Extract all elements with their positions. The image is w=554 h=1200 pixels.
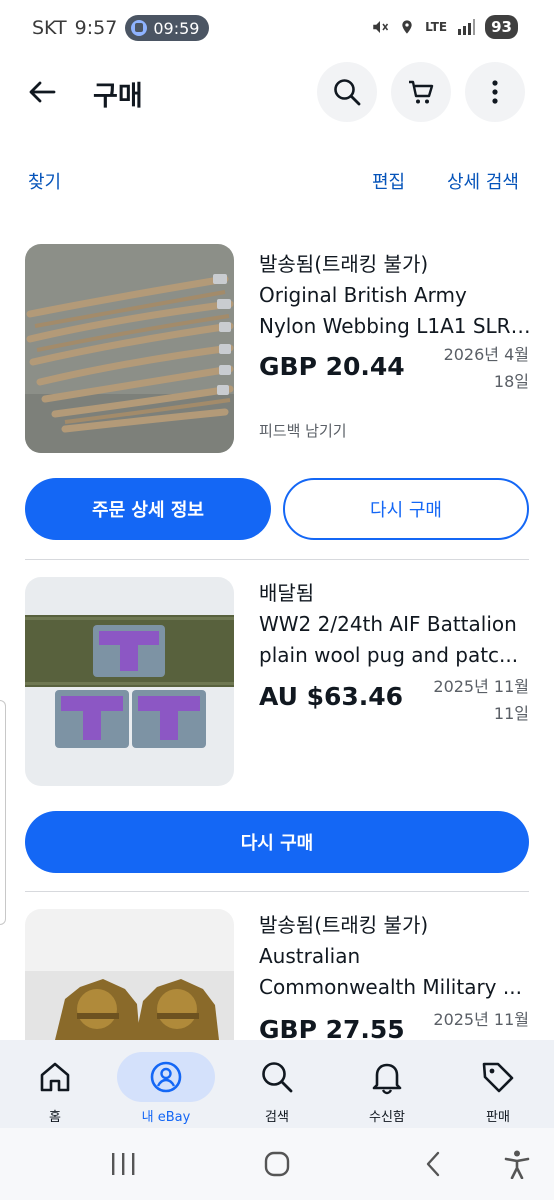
app-bar: 구매 [0,60,554,124]
order-date: 2026년 4월 18일 [419,341,529,395]
nav-label: 검색 [265,1110,289,1125]
status-bar: SKT 9:57 09:59 LTE 93 [0,0,554,54]
order-date-line-2: 18일 [493,372,529,391]
nav-inbox[interactable]: 수신함 [337,1052,437,1125]
product-image[interactable] [25,909,234,1040]
more-vertical-icon [492,80,498,104]
product-image[interactable] [25,577,234,786]
buy-again-button[interactable]: 다시 구매 [283,478,529,540]
nav-search[interactable]: 검색 [227,1052,327,1125]
order-date: 2025년 11월 11일 [419,673,529,727]
home-system-button[interactable] [262,1146,292,1182]
recent-apps-button[interactable] [108,1146,138,1182]
page-title: 구매 [93,81,143,112]
order-date-line-1: 2026년 4월 [443,345,529,364]
nav-my-ebay[interactable]: 내 eBay [116,1052,216,1125]
search-icon [262,1062,293,1093]
find-link[interactable]: 찾기 [28,168,61,194]
leave-feedback-link[interactable]: 피드백 남기기 [259,420,347,441]
order-details-button[interactable]: 주문 상세 정보 [25,478,271,540]
cart-icon [409,80,434,104]
cart-button[interactable] [391,62,451,122]
nav-label: 내 eBay [141,1110,191,1125]
accessibility-icon [504,1150,530,1179]
order-price: GBP 20.44 [259,352,405,381]
nav-label: 홈 [49,1110,61,1125]
order-title-line-2[interactable]: Nylon Webbing L1A1 SLR ... [259,311,531,342]
order-date: 2025년 11월 [419,1006,529,1033]
transit-pill[interactable]: 09:59 [125,15,210,41]
order-title-line-1[interactable]: WW2 2/24th AIF Battalion [259,609,531,640]
bottom-navigation: 홈 내 eBay 검색 수신함 판매 [0,1040,554,1128]
system-navigation [0,1128,554,1200]
back-button[interactable] [22,74,62,110]
more-options-button[interactable] [465,62,525,122]
location-icon [402,20,412,34]
order-title-line-2[interactable]: plain wool pug and patc... [259,640,531,671]
transit-time: 09:59 [153,18,200,38]
chevron-left-icon [426,1151,440,1177]
back-system-button[interactable] [418,1146,448,1182]
recent-apps-icon [112,1153,135,1175]
product-image[interactable] [25,244,234,453]
order-status: 발송됨(트래킹 불가) [259,252,429,276]
order-status: 발송됨(트래킹 불가) [259,913,429,937]
nav-label: 판매 [486,1110,510,1125]
nav-label: 수신함 [369,1110,405,1125]
network-type: LTE [425,20,448,34]
order-date-line-1: 2025년 11월 [433,677,529,696]
search-button[interactable] [317,62,377,122]
bell-icon [372,1063,402,1095]
home-circle-icon [264,1151,290,1177]
carrier-label: SKT [32,17,67,39]
order-price: AU $63.46 [259,682,404,711]
mute-icon [373,21,389,33]
profile-icon [150,1061,182,1093]
divider [25,559,529,560]
advanced-search-link[interactable]: 상세 검색 [447,168,519,194]
edge-panel-handle[interactable] [0,700,6,925]
buy-again-button[interactable]: 다시 구매 [25,811,529,873]
order-date-line-2: 11일 [493,704,529,723]
order-title-line-1[interactable]: Australian [259,941,531,972]
signal-icon [458,19,476,35]
order-date-line-1: 2025년 11월 [433,1010,529,1029]
battery-indicator: 93 [485,15,518,39]
edit-link[interactable]: 편집 [372,168,405,194]
search-icon [334,79,361,106]
clock: 9:57 [74,17,118,39]
divider [25,891,529,892]
nav-sell[interactable]: 판매 [448,1052,548,1125]
action-links: 찾기 편집 상세 검색 [0,168,554,198]
train-icon [131,20,148,36]
order-status: 배달됨 [259,581,315,605]
home-icon [40,1062,70,1092]
order-title-line-2[interactable]: Commonwealth Military ... [259,972,531,1003]
order-title-line-1[interactable]: Original British Army [259,280,531,311]
nav-home[interactable]: 홈 [5,1052,105,1125]
accessibility-button[interactable] [502,1146,532,1182]
back-arrow-icon [29,81,56,103]
tag-icon [482,1062,514,1093]
